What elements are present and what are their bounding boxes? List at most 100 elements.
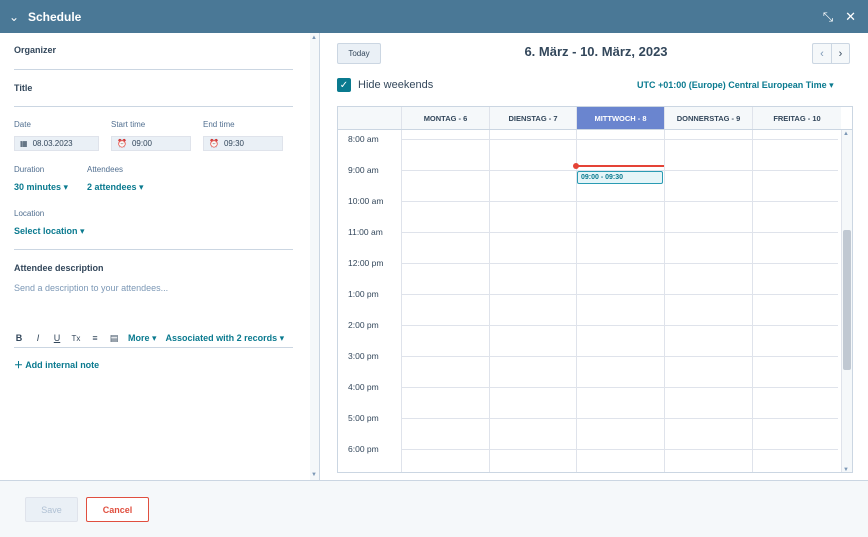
hour-gridline	[401, 201, 838, 202]
hour-gridline	[401, 139, 838, 140]
day-column-divider	[841, 130, 842, 472]
start-time-label: Start time	[111, 120, 146, 129]
italic-button[interactable]: I	[33, 333, 43, 343]
calendar-icon: ▦	[20, 139, 28, 148]
hour-gridline	[401, 356, 838, 357]
clock-icon: ⏰	[117, 139, 127, 148]
attendees-label: Attendees	[87, 165, 124, 174]
title-label[interactable]: Title	[14, 83, 32, 93]
day-header-monday[interactable]: MONTAG - 6	[401, 107, 489, 129]
chevron-left-icon[interactable]: ‹	[812, 43, 831, 64]
duration-label: Duration	[14, 165, 45, 174]
underline-button[interactable]: U	[52, 333, 62, 343]
day-header-thursday[interactable]: DONNERSTAG - 9	[664, 107, 752, 129]
divider	[14, 249, 293, 250]
organizer-label: Organizer	[14, 45, 57, 55]
start-time-value: 09:00	[131, 139, 152, 148]
hide-weekends-checkbox[interactable]: ✓	[337, 78, 351, 92]
modal-header: ⌄ Schedule ⤡ ✕	[0, 0, 868, 33]
hour-gridline	[401, 263, 838, 264]
calendar-panel: Today 6. März - 10. März, 2023 ‹ › ✓ Hid…	[321, 33, 868, 480]
day-column-divider	[489, 130, 490, 472]
clock-icon: ⏰	[209, 139, 219, 148]
associated-records-dropdown[interactable]: Associated with 2 records ▾	[166, 333, 285, 344]
hour-gridline	[401, 294, 838, 295]
time-column: 8:00 am 9:00 am 10:00 am 11:00 am 12:00 pm 1:…	[338, 130, 401, 472]
day-column-divider	[401, 130, 402, 472]
day-header-wednesday[interactable]: MITTWOCH - 8	[576, 107, 664, 129]
bold-button[interactable]: B	[14, 333, 24, 343]
attendee-description-label: Attendee description	[14, 263, 104, 273]
description-input[interactable]: Send a description to your attendees...	[14, 283, 168, 293]
location-dropdown[interactable]: Select location ▾	[14, 226, 85, 237]
scroll-up-icon[interactable]: ▲	[311, 35, 317, 41]
day-header-tuesday[interactable]: DIENSTAG - 7	[489, 107, 576, 129]
cancel-button[interactable]: Cancel	[86, 497, 149, 522]
scheduled-event[interactable]: 09:00 - 09:30	[577, 171, 663, 184]
hide-weekends-label[interactable]: Hide weekends	[358, 79, 433, 91]
attendees-dropdown[interactable]: 2 attendees ▾	[87, 182, 144, 193]
add-internal-note-button[interactable]: ＋ Add internal note	[14, 358, 99, 371]
scroll-up-icon[interactable]: ▲	[843, 131, 849, 137]
plus-icon: ＋	[14, 360, 24, 370]
hour-gridline	[401, 449, 838, 450]
strikethrough-button[interactable]: ≡	[90, 333, 100, 343]
time-label: 9:00 am	[348, 165, 379, 175]
current-time-line	[576, 165, 664, 167]
day-column-divider	[752, 130, 753, 472]
header-divider	[338, 129, 852, 130]
start-time-field[interactable]: ⏰ 09:00	[111, 136, 191, 151]
left-scrollbar[interactable]: ▲ ▼	[310, 33, 319, 480]
hour-gridline	[401, 418, 838, 419]
time-label: 12:00 pm	[348, 258, 384, 268]
shrink-icon[interactable]: ⤡	[823, 9, 833, 25]
date-field[interactable]: ▦ 08.03.2023	[14, 136, 99, 151]
day-column-divider	[664, 130, 665, 472]
more-dropdown[interactable]: More ▾	[128, 333, 157, 344]
duration-dropdown[interactable]: 30 minutes ▾	[14, 182, 68, 193]
scroll-down-icon[interactable]: ▼	[843, 467, 849, 472]
time-column-header	[338, 107, 401, 129]
time-label: 1:00 pm	[348, 289, 379, 299]
divider	[14, 69, 293, 70]
time-label: 10:00 am	[348, 196, 384, 206]
hour-gridline	[401, 387, 838, 388]
hour-gridline	[401, 325, 838, 326]
date-range-title: 6. März - 10. März, 2023	[524, 44, 668, 59]
time-label: 3:00 pm	[348, 351, 379, 361]
close-icon[interactable]: ✕	[845, 9, 856, 25]
time-label: 8:00 am	[348, 134, 379, 144]
time-label: 11:00 am	[348, 227, 383, 237]
toolbar-divider	[14, 347, 293, 348]
divider	[14, 106, 293, 107]
calendar-scrollbar[interactable]: ▲ ▼	[841, 130, 852, 472]
day-header-friday[interactable]: FREITAG - 10	[752, 107, 841, 129]
location-label: Location	[14, 209, 45, 218]
week-navigation: ‹ ›	[812, 43, 850, 64]
current-time-dot	[573, 163, 579, 169]
chevron-down-icon[interactable]: ⌄	[0, 10, 28, 24]
save-button[interactable]: Save	[25, 497, 78, 522]
end-time-value: 09:30	[223, 139, 244, 148]
end-time-label: End time	[203, 120, 235, 129]
end-time-field[interactable]: ⏰ 09:30	[203, 136, 283, 151]
week-calendar-grid: MONTAG - 6 DIENSTAG - 7 MITTWOCH - 8 DON…	[337, 106, 853, 473]
schedule-form: Organizer Title Date Start time End time…	[0, 33, 320, 480]
modal-title: Schedule	[28, 9, 82, 24]
time-label: 5:00 pm	[348, 413, 379, 423]
hour-gridline	[401, 232, 838, 233]
time-label: 2:00 pm	[348, 320, 379, 330]
document-icon[interactable]: ▤	[109, 333, 119, 344]
today-button[interactable]: Today	[337, 43, 381, 64]
timezone-dropdown[interactable]: UTC +01:00 (Europe) Central European Tim…	[637, 80, 834, 91]
clear-format-button[interactable]: Tx	[71, 334, 81, 343]
time-label: 4:00 pm	[348, 382, 379, 392]
rich-text-toolbar: B I U Tx ≡ ▤ More ▾ Associated with 2 re…	[14, 331, 293, 345]
scroll-down-icon[interactable]: ▼	[311, 472, 317, 478]
time-label: 6:00 pm	[348, 444, 379, 454]
chevron-right-icon[interactable]: ›	[831, 43, 850, 64]
date-label: Date	[14, 120, 31, 129]
scrollbar-thumb[interactable]	[843, 230, 851, 370]
date-value: 08.03.2023	[32, 139, 73, 148]
modal-footer: Save Cancel	[0, 480, 868, 537]
